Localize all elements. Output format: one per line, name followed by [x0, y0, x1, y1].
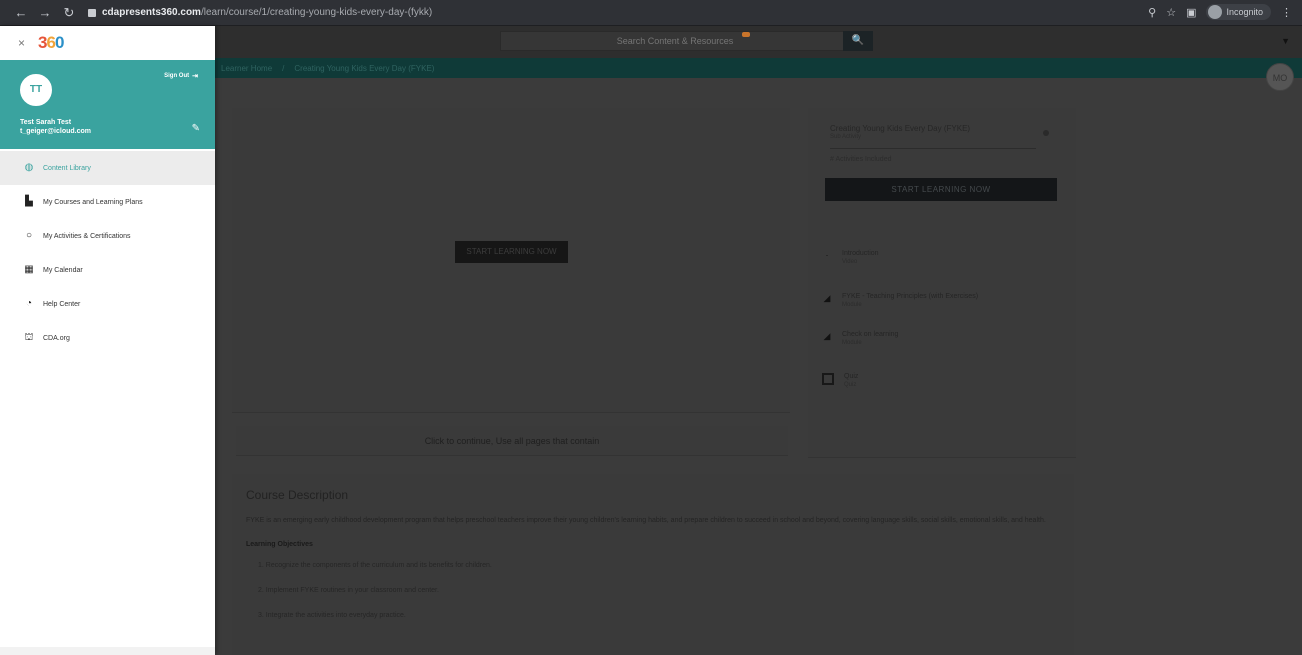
drawer-footer	[0, 647, 215, 655]
lock-icon	[88, 8, 96, 17]
sign-out-icon: ⇥	[192, 73, 198, 80]
breadcrumb-current: Creating Young Kids Every Day (FYKE)	[294, 63, 435, 73]
book-icon: ▙	[25, 196, 33, 207]
module-icon: ◢	[823, 331, 831, 341]
step-title: Quiz	[844, 373, 859, 380]
drawer-menu: ◍ Content Library ▙ My Courses and Learn…	[0, 151, 215, 355]
list-item: 2. Implement FYKE routines in your class…	[258, 587, 439, 594]
video-caption: Click to continue, Use all pages that co…	[236, 426, 788, 456]
edit-icon[interactable]: ✎	[192, 123, 200, 134]
search-button[interactable]: 🔍	[843, 31, 873, 51]
logo-digit: 0	[54, 33, 65, 52]
step-title: Introduction	[842, 250, 879, 257]
objectives-title: Learning Objectives	[246, 541, 313, 548]
app-topbar: 🔍 ▼	[215, 26, 1302, 58]
user-email: t_geiger@icloud.com	[20, 128, 92, 135]
menu-label: My Activities & Certifications	[43, 232, 131, 240]
step-item[interactable]: ◢ FYKE - Teaching Principles (with Exerc…	[822, 293, 979, 308]
menu-item-help-center[interactable]: ◔ Help Center	[0, 287, 215, 321]
video-start-button[interactable]: START LEARNING NOW	[455, 241, 568, 263]
url-path: /learn/course/1/creating-young-kids-ever…	[200, 7, 433, 18]
search-input[interactable]	[500, 31, 850, 51]
step-type: Video	[842, 259, 858, 265]
menu-label: My Calendar	[43, 266, 83, 274]
divider	[830, 148, 1036, 149]
star-icon[interactable]: ☆	[1166, 6, 1176, 19]
video-player[interactable]: START LEARNING NOW	[232, 108, 790, 413]
sign-out-label: Sign Out	[164, 73, 190, 79]
drawer-header: × 360	[0, 26, 215, 60]
help-icon: ◔	[25, 298, 33, 309]
more-icon[interactable]: ⋮	[1281, 6, 1292, 19]
module-icon: ◢	[823, 293, 831, 303]
step-item[interactable]: Quiz Quiz	[822, 373, 858, 388]
close-icon[interactable]: ×	[18, 36, 30, 50]
logo[interactable]: 360	[38, 33, 65, 53]
menu-item-content-library[interactable]: ◍ Content Library	[0, 151, 215, 185]
browser-nav: ← → ↻	[12, 5, 78, 21]
tab-icon[interactable]: ▣	[1186, 6, 1196, 19]
browser-toolbar: ← → ↻ cdapresents360.com /learn/course/1…	[0, 0, 1302, 26]
profile-name: Incognito	[1226, 7, 1263, 17]
step-title: Check on learning	[842, 331, 899, 338]
sign-out-button[interactable]: Sign Out ⇥	[164, 72, 198, 80]
play-icon: ·	[825, 250, 829, 260]
profile-button[interactable]: Incognito	[1206, 4, 1271, 20]
objectives-list: 1. Recognize the components of the curri…	[258, 562, 1060, 619]
menu-item-my-activities[interactable]: ○ My Activities & Certifications	[0, 219, 215, 253]
menu-item-my-courses[interactable]: ▙ My Courses and Learning Plans	[0, 185, 215, 219]
logo-digit: 6	[46, 33, 56, 52]
step-item[interactable]: · Introduction Video	[822, 250, 879, 265]
avatar[interactable]: MO	[1266, 63, 1294, 91]
menu-label: Content Library	[43, 164, 91, 172]
menu-label: Help Center	[43, 300, 81, 308]
globe-icon: ◍	[24, 162, 34, 173]
activities-count: # Activities Included	[830, 156, 892, 163]
circle-icon: ○	[25, 230, 33, 241]
info-icon[interactable]	[1043, 130, 1049, 136]
start-learning-button[interactable]: START LEARNING NOW	[825, 178, 1057, 201]
search-icon[interactable]: ⚲	[1148, 6, 1156, 19]
building-icon: ⛫	[24, 332, 34, 343]
menu-label: CDA.org	[43, 334, 70, 342]
avatar[interactable]: TT	[20, 74, 52, 106]
calendar-icon: ▦	[24, 264, 34, 275]
user-name: Test Sarah Test	[20, 119, 72, 126]
breadcrumb-separator: /	[282, 63, 285, 73]
course-description: Course Description FYKE is an emerging e…	[232, 474, 1074, 655]
panel-subtitle: Sub Activity	[830, 134, 862, 140]
profile-avatar-icon	[1208, 5, 1223, 19]
notification-icon[interactable]	[742, 32, 750, 37]
breadcrumb-home[interactable]: Learner Home	[221, 64, 272, 73]
menu-item-cda-org[interactable]: ⛫ CDA.org	[0, 321, 215, 355]
quiz-icon	[822, 373, 834, 385]
step-type: Quiz	[844, 382, 857, 388]
browser-actions: ⚲ ☆ ▣ Incognito ⋮	[1148, 4, 1292, 20]
panel-title: Creating Young Kids Every Day (FYKE)	[830, 124, 971, 133]
course-panel: Creating Young Kids Every Day (FYKE) Sub…	[808, 108, 1076, 458]
address-bar[interactable]: cdapresents360.com /learn/course/1/creat…	[88, 4, 432, 22]
list-item: 3. Integrate the activities into everyda…	[258, 612, 406, 619]
url-host: cdapresents360.com	[102, 7, 201, 18]
step-title: FYKE - Teaching Principles (with Exercis…	[842, 293, 979, 300]
description-title: Course Description	[246, 488, 349, 502]
step-item[interactable]: ◢ Check on learning Module	[822, 331, 899, 346]
step-type: Module	[842, 340, 862, 346]
menu-label: My Courses and Learning Plans	[43, 198, 143, 206]
forward-button[interactable]: →	[36, 5, 54, 20]
menu-item-my-calendar[interactable]: ▦ My Calendar	[0, 253, 215, 287]
chevron-down-icon[interactable]: ▼	[1281, 36, 1290, 46]
user-card: TT Sign Out ⇥ Test Sarah Test t_geiger@i…	[0, 60, 215, 149]
nav-drawer: × 360 TT Sign Out ⇥ Test Sarah Test t_ge…	[0, 26, 215, 655]
reload-button[interactable]: ↻	[60, 5, 78, 21]
description-text: FYKE is an emerging early childhood deve…	[246, 517, 1046, 524]
breadcrumb: Learner Home / Creating Young Kids Every…	[215, 58, 1302, 78]
step-type: Module	[842, 302, 862, 308]
back-button[interactable]: ←	[12, 5, 30, 20]
list-item: 1. Recognize the components of the curri…	[258, 562, 492, 569]
